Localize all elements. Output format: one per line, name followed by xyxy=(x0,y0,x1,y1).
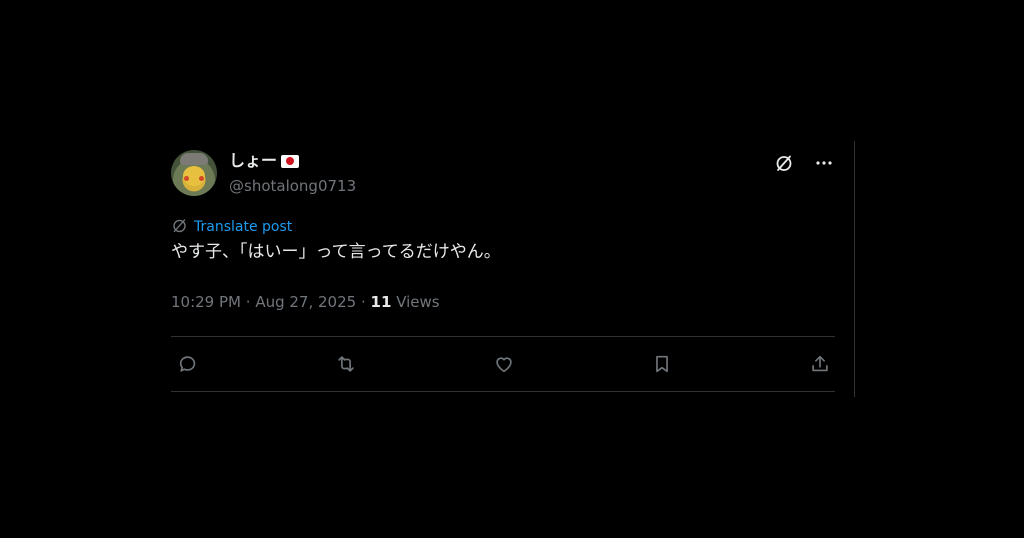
avatar-hat xyxy=(180,153,208,165)
japan-flag-icon xyxy=(281,154,300,168)
action-bar xyxy=(171,337,835,391)
reply-icon[interactable] xyxy=(177,353,199,375)
display-name-text: しょー xyxy=(229,151,278,170)
meta-separator: · xyxy=(245,293,251,311)
meta-separator: · xyxy=(360,293,366,311)
post-text: やす子、「はいー」って言ってるだけやん。 xyxy=(171,242,501,262)
column-divider xyxy=(854,141,855,397)
translate-post-link[interactable]: Translate post xyxy=(171,218,835,236)
user-handle[interactable]: @shotalong0713 xyxy=(229,176,356,196)
globe-icon xyxy=(171,217,188,238)
display-name[interactable]: しょー xyxy=(229,151,300,171)
repost-icon[interactable] xyxy=(335,353,357,375)
tweet: しょー @shotalong0713 Translate post やす子、「は… xyxy=(171,150,835,392)
avatar-cheek xyxy=(184,176,189,181)
top-actions xyxy=(773,152,835,174)
more-icon[interactable] xyxy=(813,152,835,174)
avatar[interactable] xyxy=(171,150,217,196)
grok-icon[interactable] xyxy=(773,152,795,174)
translate-post-label: Translate post xyxy=(194,219,293,235)
views-count[interactable]: 11 xyxy=(371,293,392,311)
post-date[interactable]: Aug 27, 2025 xyxy=(255,293,356,311)
tweet-header: しょー @shotalong0713 xyxy=(171,150,835,198)
views-label: Views xyxy=(396,293,440,311)
post-time[interactable]: 10:29 PM xyxy=(171,293,241,311)
divider xyxy=(171,391,835,392)
bookmark-icon[interactable] xyxy=(651,353,673,375)
share-icon[interactable] xyxy=(809,353,831,375)
post-meta: 10:29 PM · Aug 27, 2025 · 11 Views xyxy=(171,292,835,312)
avatar-cheek xyxy=(199,176,204,181)
like-icon[interactable] xyxy=(493,353,515,375)
